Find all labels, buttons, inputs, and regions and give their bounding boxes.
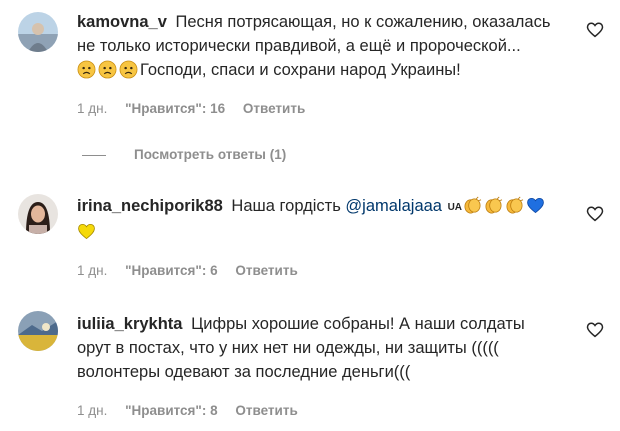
mention-link[interactable]: @jamalajaaa (345, 197, 442, 215)
comment-time[interactable]: 1 дн. (77, 263, 107, 278)
comment-username[interactable]: kamovna_v (77, 13, 167, 31)
avatar[interactable] (18, 12, 58, 52)
like-heart-icon[interactable] (586, 321, 604, 339)
comment-likes[interactable]: "Нравится": 6 (125, 263, 217, 278)
view-replies-button[interactable]: Посмотреть ответы (1) (82, 147, 286, 162)
comment-text-line3: волонтеры одевают за последние деньги((( (77, 363, 411, 381)
like-heart-icon[interactable] (586, 205, 604, 223)
clapping-hands-emoji (485, 196, 503, 214)
view-replies-label: Посмотреть ответы (1) (134, 147, 287, 162)
comment-likes[interactable]: "Нравится": 8 (125, 403, 217, 418)
reply-button[interactable]: Ответить (243, 101, 305, 116)
comment-text-line1: Песня потрясающая, но к сожалению, оказа… (175, 13, 551, 31)
comment-text: irina_nechiporik88 Наша гордість @jamala… (77, 194, 577, 244)
comment-text-line2: не только исторически правдивой, а ещё и… (77, 37, 521, 55)
comment-text-main: Наша гордість (231, 197, 341, 215)
like-heart-icon[interactable] (586, 21, 604, 39)
clapping-hands-emoji (464, 196, 482, 214)
comment-text-line3: Господи, спаси и сохрани народ Украины! (140, 61, 461, 79)
sad-face-emoji (119, 60, 138, 79)
comment-username[interactable]: irina_nechiporik88 (77, 197, 223, 215)
reply-button[interactable]: Ответить (235, 403, 297, 418)
divider (82, 154, 106, 156)
comment-text-line1: Цифры хорошие собраны! А наши солдаты (191, 315, 525, 333)
comment-text: kamovna_v Песня потрясающая, но к сожале… (77, 10, 577, 82)
avatar[interactable] (18, 194, 58, 234)
ua-flag-emoji: UA (447, 202, 463, 213)
avatar[interactable] (18, 311, 58, 351)
blue-heart-emoji (527, 197, 544, 214)
clapping-hands-emoji (506, 196, 524, 214)
comment-likes[interactable]: "Нравится": 16 (125, 101, 225, 116)
sad-face-emoji (77, 60, 96, 79)
comment-time[interactable]: 1 дн. (77, 101, 107, 116)
comment-text-line2: орут в постах, что у них нет ни одежды, … (77, 339, 499, 357)
comment-username[interactable]: iuliia_krykhta (77, 315, 182, 333)
comment-text: iuliia_krykhta Цифры хорошие собраны! А … (77, 312, 577, 384)
sad-face-emoji (98, 60, 117, 79)
yellow-heart-emoji (78, 223, 95, 240)
reply-button[interactable]: Ответить (235, 263, 297, 278)
comment-time[interactable]: 1 дн. (77, 403, 107, 418)
